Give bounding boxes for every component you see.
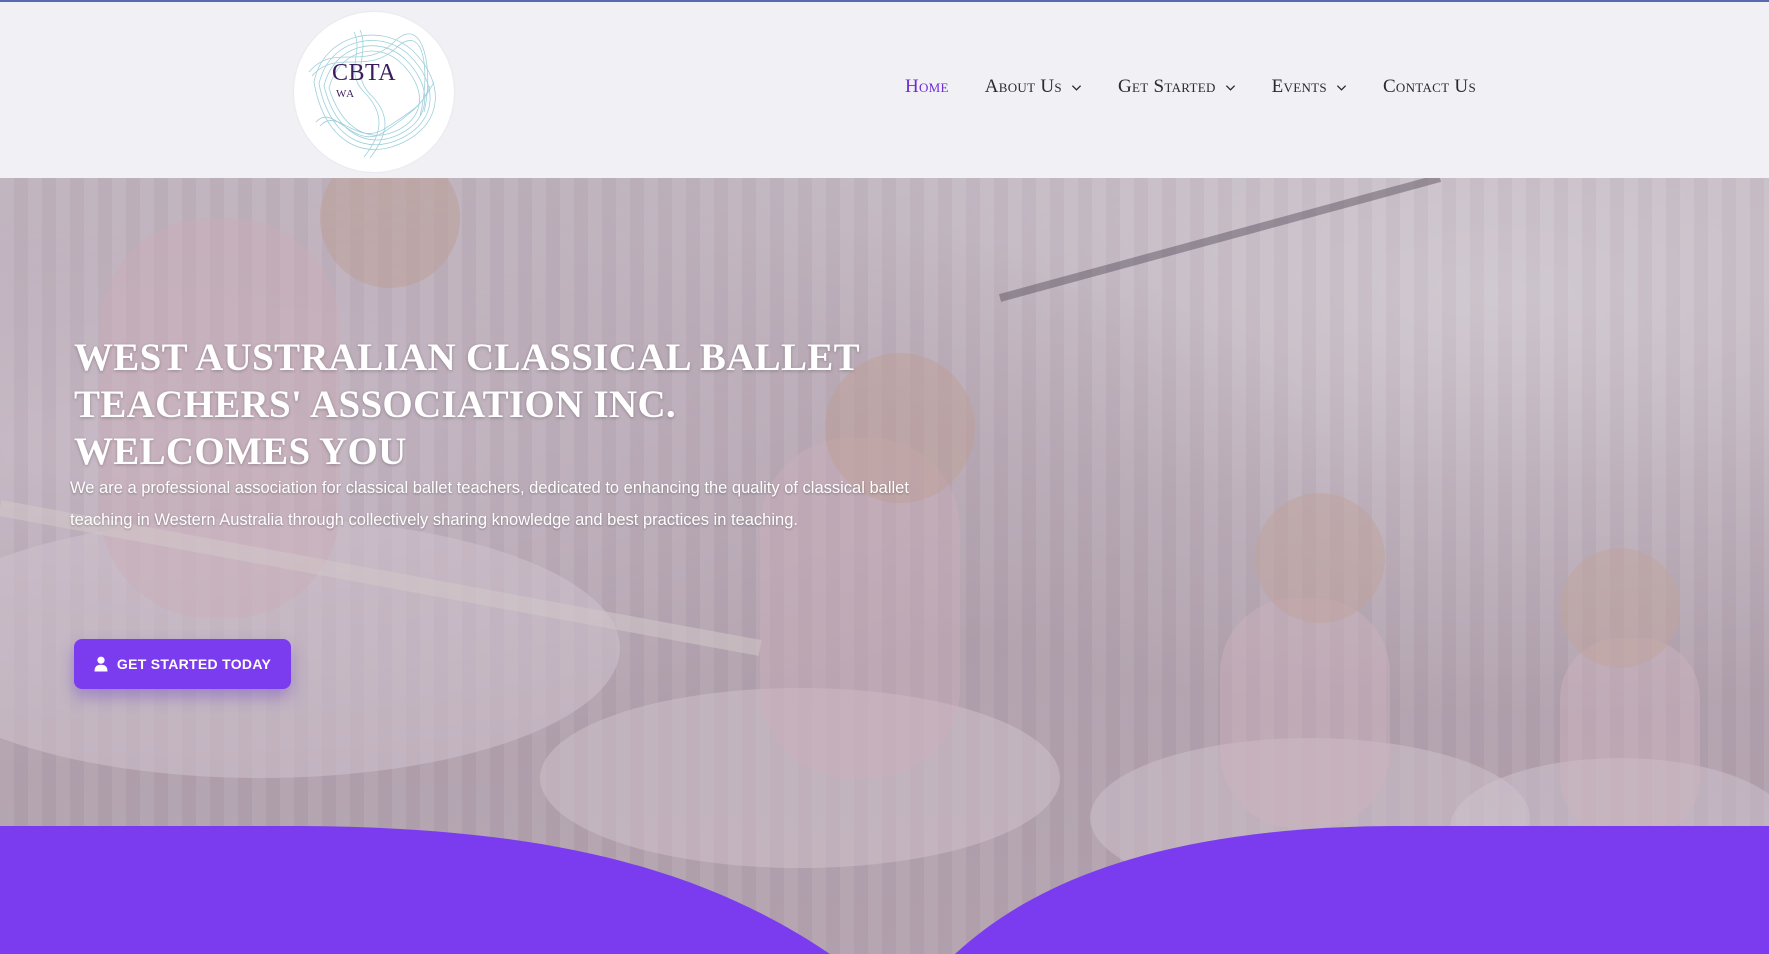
- site-header: CBTA WA Home About Us Get Started Events…: [0, 2, 1769, 178]
- chevron-down-icon: [1336, 84, 1347, 91]
- hero-title: WEST AUSTRALIAN CLASSICAL BALLET TEACHER…: [74, 336, 860, 473]
- nav-item-home[interactable]: Home: [905, 76, 949, 98]
- logo-title: CBTA: [332, 60, 397, 86]
- nav-item-events[interactable]: Events: [1272, 76, 1347, 98]
- purple-wave-divider: [0, 826, 1769, 954]
- logo-subtitle: WA: [336, 88, 356, 100]
- user-icon: [94, 656, 108, 672]
- nav-label-get-started: Get Started: [1117, 76, 1216, 97]
- chevron-down-icon: [1225, 84, 1235, 91]
- cta-label: GET STARTED TODAY: [116, 656, 272, 672]
- nav-label-about-us: About Us: [984, 76, 1062, 97]
- logo-swirl-graphic: [308, 29, 436, 159]
- nav-label-events: Events: [1271, 76, 1327, 97]
- nav-item-contact-us[interactable]: Contact Us: [1383, 76, 1476, 98]
- chevron-down-icon: [1071, 84, 1082, 91]
- nav-item-about-us[interactable]: About Us: [985, 76, 1082, 98]
- nav-label-home: Home: [904, 76, 949, 97]
- get-started-today-button[interactable]: GET STARTED TODAY: [74, 639, 291, 689]
- nav-item-get-started[interactable]: Get Started: [1118, 76, 1236, 98]
- nav-label-contact-us: Contact Us: [1382, 76, 1476, 97]
- hero-description: We are a professional association for cl…: [70, 479, 909, 529]
- site-logo[interactable]: CBTA WA: [294, 12, 454, 172]
- main-nav: Home About Us Get Started Events Contact…: [869, 76, 1476, 98]
